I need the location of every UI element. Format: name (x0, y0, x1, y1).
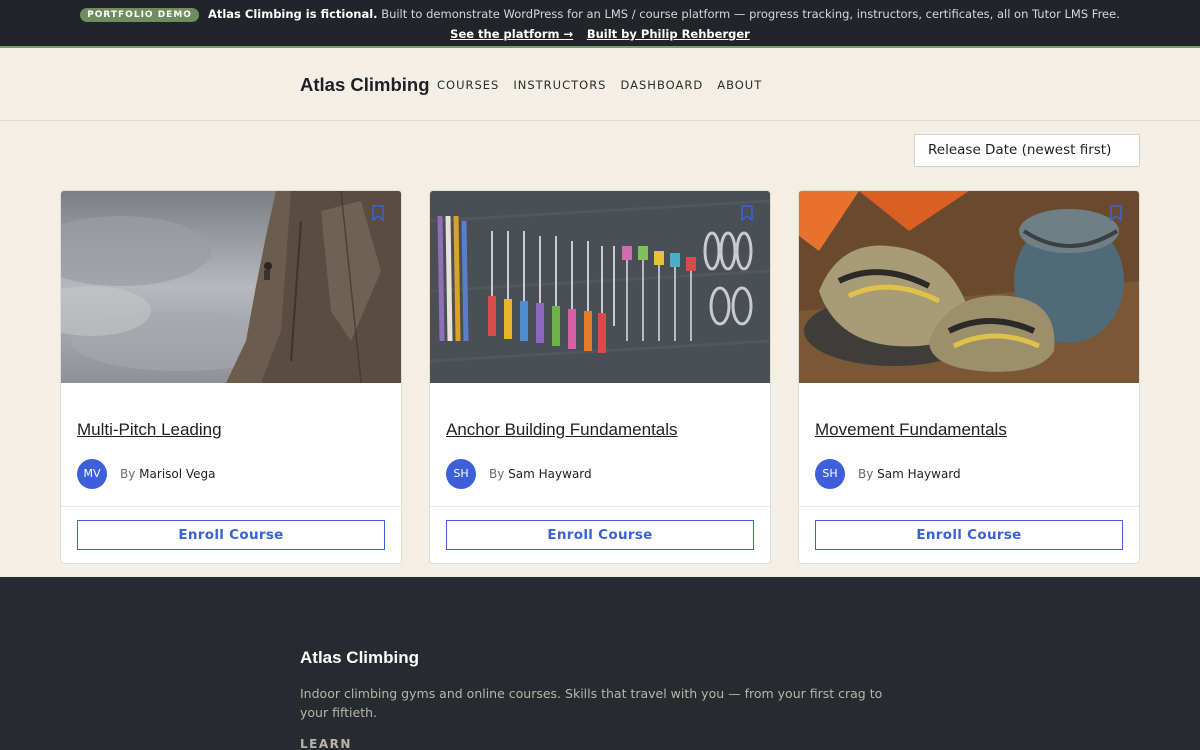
portfolio-demo-badge: PORTFOLIO DEMO (80, 8, 199, 22)
instructor-name[interactable]: Marisol Vega (139, 467, 215, 481)
course-card: Multi-Pitch Leading MV By Marisol Vega E… (60, 190, 402, 564)
by-label: By (858, 467, 874, 481)
site-logo[interactable]: Atlas Climbing (300, 74, 430, 96)
built-by-link[interactable]: Built by Philip Rehberger (587, 27, 750, 41)
nav-about[interactable]: ABOUT (717, 78, 762, 92)
course-card: Movement Fundamentals SH By Sam Hayward … (798, 190, 1140, 564)
demo-headline: Atlas Climbing is fictional. (207, 7, 378, 21)
sort-select[interactable]: Release Date (newest first) (914, 134, 1140, 167)
main-nav: COURSES INSTRUCTORS DASHBOARD ABOUT (437, 78, 762, 92)
by-label: By (120, 467, 136, 481)
avatar: SH (446, 459, 476, 489)
by-label: By (489, 467, 505, 481)
demo-banner: PORTFOLIO DEMO Atlas Climbing is fictiona… (0, 0, 1200, 48)
nav-courses[interactable]: COURSES (437, 78, 499, 92)
nav-instructors[interactable]: INSTRUCTORS (513, 78, 606, 92)
footer-description: Indoor climbing gyms and online courses.… (300, 686, 883, 720)
bookmark-icon[interactable] (371, 205, 385, 221)
instructor-name[interactable]: Sam Hayward (508, 467, 591, 481)
course-title[interactable]: Anchor Building Fundamentals (446, 420, 678, 440)
course-card: Anchor Building Fundamentals SH By Sam H… (429, 190, 771, 564)
footer-learn-heading: LEARN (300, 737, 352, 750)
instructor-name[interactable]: Sam Hayward (877, 467, 960, 481)
enroll-course-button[interactable]: Enroll Course (446, 520, 754, 550)
footer-logo[interactable]: Atlas Climbing (300, 648, 419, 668)
card-divider (430, 506, 770, 507)
avatar: SH (815, 459, 845, 489)
demo-banner-links: See the platform → Built by Philip Rehbe… (0, 27, 1200, 41)
nav-dashboard[interactable]: DASHBOARD (620, 78, 703, 92)
course-title[interactable]: Movement Fundamentals (815, 420, 1007, 440)
bookmark-icon[interactable] (1109, 205, 1123, 221)
instructor-byline: By Marisol Vega (120, 467, 216, 481)
course-title[interactable]: Multi-Pitch Leading (77, 420, 222, 440)
card-divider (61, 506, 401, 507)
demo-banner-message: PORTFOLIO DEMO Atlas Climbing is fictiona… (0, 7, 1200, 22)
avatar: MV (77, 459, 107, 489)
site-header: Atlas Climbing COURSES INSTRUCTORS DASHB… (0, 50, 1200, 121)
instructor-byline: By Sam Hayward (858, 467, 961, 481)
card-divider (799, 506, 1139, 507)
instructor-byline: By Sam Hayward (489, 467, 592, 481)
see-platform-link[interactable]: See the platform → (450, 27, 573, 41)
enroll-course-button[interactable]: Enroll Course (77, 520, 385, 550)
rock-face-climber-photo[interactable] (61, 191, 401, 383)
climbing-shoes-chalk-bag-photo[interactable] (799, 191, 1139, 383)
enroll-course-button[interactable]: Enroll Course (815, 520, 1123, 550)
demo-description: Built to demonstrate WordPress for an LM… (381, 7, 1120, 21)
site-footer: Atlas Climbing Indoor climbing gyms and … (0, 577, 1200, 750)
climbing-gear-rack-photo[interactable] (430, 191, 770, 383)
bookmark-icon[interactable] (740, 205, 754, 221)
